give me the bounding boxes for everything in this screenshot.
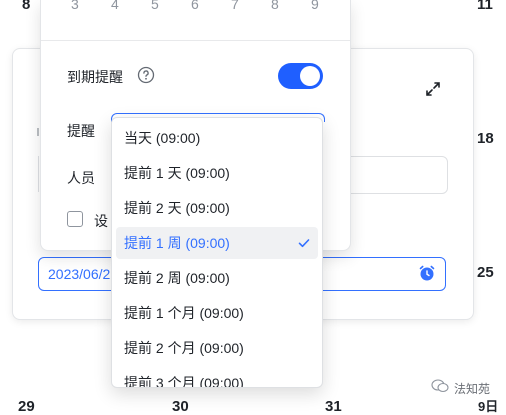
calendar-day-31[interactable]: 31 [325,398,342,415]
reminder-option-selected[interactable]: 提前 1 周 (09:00) [116,227,318,259]
reminder-option[interactable]: 提前 1 个月 (09:00) [116,297,318,329]
calendar-day-25[interactable]: 25 [477,264,494,281]
weekday-cell[interactable]: 9 [311,0,319,12]
weekday-cell[interactable]: 6 [191,0,199,12]
weekday-cell[interactable]: 3 [71,0,79,12]
reminder-option[interactable]: 提前 2 周 (09:00) [116,262,318,294]
due-date-value: 2023/06/2 [48,266,111,282]
watermark-text: 法知苑 [454,382,491,396]
option-label: 提前 1 天 (09:00) [124,165,230,181]
option-label: 当天 (09:00) [124,130,201,146]
reminder-option[interactable]: 提前 1 天 (09:00) [116,157,318,189]
expand-icon[interactable] [424,80,442,98]
field-marker [37,128,39,136]
settings-label: 设 [94,213,108,229]
reminder-option[interactable]: 当天 (09:00) [116,122,318,154]
weekday-row: 3 4 5 6 7 8 9 [41,0,350,14]
calendar-day-29[interactable]: 29 [18,398,35,415]
option-label: 提前 1 个月 (09:00) [124,305,244,321]
remind-label: 提醒 [67,123,95,139]
weekday-cell[interactable]: 5 [151,0,159,12]
divider [41,40,350,41]
reminder-option[interactable]: 提前 2 天 (09:00) [116,192,318,224]
reminder-dropdown: 当天 (09:00) 提前 1 天 (09:00) 提前 2 天 (09:00)… [111,117,323,388]
toggle-knob [300,66,320,86]
person-label: 人员 [67,170,95,186]
weekday-cell[interactable]: 7 [231,0,239,12]
reminder-option[interactable]: 提前 2 个月 (09:00) [116,332,318,364]
weekday-cell[interactable]: 4 [111,0,119,12]
reminder-option[interactable]: 提前 3 个月 (09:00) [116,367,318,388]
due-reminder-label: 到期提醒 [67,69,123,85]
check-icon [298,239,310,248]
option-label: 提前 2 天 (09:00) [124,200,230,216]
calendar-day-8[interactable]: 8 [22,0,30,13]
option-label: 提前 2 周 (09:00) [124,270,230,286]
wechat-icon [431,379,449,393]
option-label: 提前 1 周 (09:00) [124,235,230,251]
option-label: 提前 2 个月 (09:00) [124,340,244,356]
field-border [38,156,39,192]
settings-checkbox[interactable] [67,211,83,227]
calendar-day-18[interactable]: 18 [477,130,494,147]
weekday-cell[interactable]: 8 [271,0,279,12]
help-icon[interactable] [137,66,155,84]
calendar-day-30[interactable]: 30 [172,398,189,415]
calendar-day-11[interactable]: 11 [477,0,493,13]
calendar-day-9[interactable]: 9日 [478,396,498,415]
alarm-clock-icon[interactable] [418,264,436,282]
option-label: 提前 3 个月 (09:00) [124,375,244,388]
due-reminder-toggle[interactable] [278,63,323,89]
